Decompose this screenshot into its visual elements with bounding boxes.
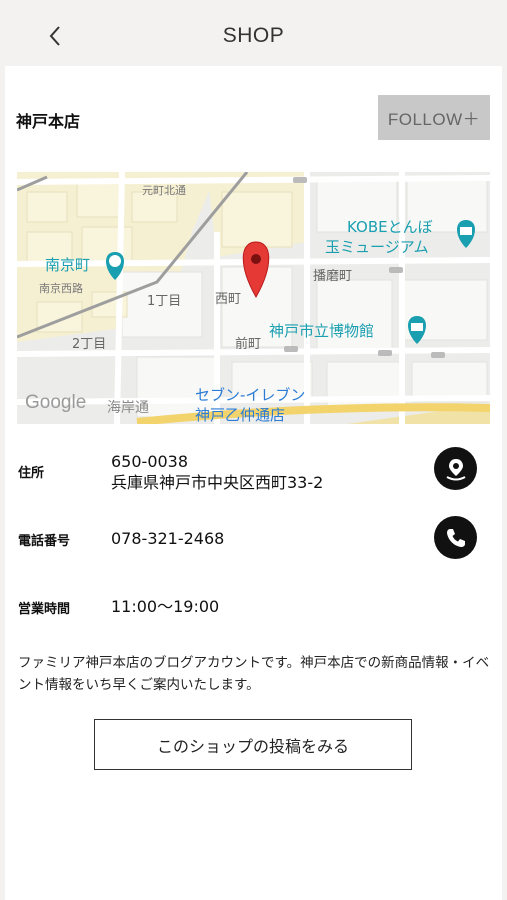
map-label: 2丁目 bbox=[72, 337, 106, 352]
map-label: 玉ミュージアム bbox=[325, 238, 429, 256]
map-label: 神戸市立博物館 bbox=[269, 322, 374, 340]
map-label: 前町 bbox=[235, 336, 261, 352]
map-label: 南京町 bbox=[45, 256, 90, 274]
map-canvas[interactable]: 元町北通 KOBEとんぼ 玉ミュージアム 南京町 南京西路 播磨町 1丁目 西町… bbox=[17, 172, 490, 424]
phone-icon bbox=[446, 528, 465, 547]
address-value: 兵庫県神戸市中央区西町33-2 bbox=[111, 473, 324, 492]
map-label: 海岸通 bbox=[107, 400, 149, 416]
map-pin-icon bbox=[446, 458, 465, 480]
map-label: 南京西路 bbox=[39, 281, 83, 295]
map-label: 西町 bbox=[215, 292, 241, 307]
postal-code: 650-0038 bbox=[111, 452, 189, 471]
top-header: SHOP bbox=[0, 0, 507, 66]
map-pin-button[interactable] bbox=[434, 447, 477, 490]
map-label: セブン-イレブン bbox=[195, 386, 305, 404]
shop-map[interactable]: 元町北通 KOBEとんぼ 玉ミュージアム 南京町 南京西路 播磨町 1丁目 西町… bbox=[17, 172, 490, 424]
phone-label: 電話番号 bbox=[18, 534, 71, 549]
hours-value: 11:00〜19:00 bbox=[111, 597, 220, 616]
shop-name: 神戸本店 bbox=[16, 112, 81, 131]
map-label: 1丁目 bbox=[147, 294, 181, 309]
page-title: SHOP bbox=[222, 24, 285, 47]
hours-label: 営業時間 bbox=[18, 602, 71, 617]
map-label: 元町北通 bbox=[142, 184, 186, 197]
address-label: 住所 bbox=[18, 466, 45, 481]
google-logo: Google bbox=[25, 392, 86, 413]
phone-value: 078-321-2468 bbox=[111, 529, 225, 548]
map-label: KOBEとんぼ bbox=[347, 218, 433, 236]
follow-button[interactable]: FOLLOW＋ bbox=[378, 95, 490, 140]
shop-card: 神戸本店 FOLLOW＋ 元町北通 KOBEとんぼ 玉ミュージアム 南京町 南京… bbox=[5, 66, 502, 900]
map-label: 播磨町 bbox=[313, 269, 352, 284]
view-shop-posts-button[interactable]: このショップの投稿をみる bbox=[94, 719, 412, 770]
phone-call-button[interactable] bbox=[434, 516, 477, 559]
shop-description: ファミリア神戸本店のブログアカウントです。神戸本店での新商品情報・イベント情報を… bbox=[18, 655, 490, 693]
map-label: 神戸乙仲通店 bbox=[195, 406, 285, 424]
